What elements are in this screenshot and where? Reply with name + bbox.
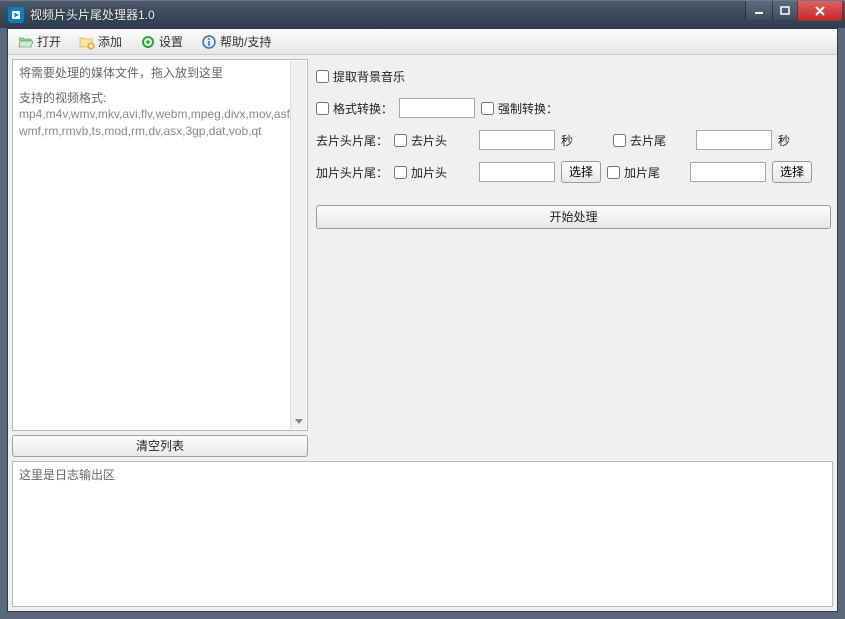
add-head-checkbox[interactable]: 加片头 <box>394 164 447 181</box>
folder-open-icon <box>18 34 34 50</box>
add-head-input[interactable] <box>394 166 407 179</box>
log-output[interactable]: 这里是日志输出区 <box>12 461 833 607</box>
add-button[interactable]: 添加 <box>75 31 126 52</box>
add-tail-checkbox[interactable]: 加片尾 <box>607 164 660 181</box>
format-convert-checkbox[interactable]: 格式转换： <box>316 100 393 117</box>
file-drop-area[interactable]: 将需要处理的媒体文件，拖入放到这里 支持的视频格式: mp4,m4v,wmv,m… <box>12 59 308 431</box>
trim-row-label: 去片头片尾： <box>316 132 388 149</box>
trim-head-checkbox[interactable]: 去片头 <box>394 132 447 149</box>
add-head-label: 加片头 <box>411 164 447 181</box>
formats-list: mp4,m4v,wmv,mkv,avi,flv,webm,mpeg,divx,m… <box>19 106 301 140</box>
add-tail-value[interactable] <box>690 162 766 182</box>
format-convert-label: 格式转换： <box>333 100 393 117</box>
close-button[interactable] <box>797 1 843 21</box>
body: 将需要处理的媒体文件，拖入放到这里 支持的视频格式: mp4,m4v,wmv,m… <box>8 55 837 611</box>
add-label: 添加 <box>98 33 122 50</box>
add-row-label: 加片头片尾： <box>316 164 388 181</box>
seconds-label-2: 秒 <box>778 132 790 149</box>
trim-tail-value[interactable] <box>696 130 772 150</box>
titlebar[interactable]: 视频片头片尾处理器1.0 <box>0 0 845 28</box>
extract-bgm-input[interactable] <box>316 70 329 83</box>
extract-bgm-checkbox[interactable]: 提取背景音乐 <box>316 68 405 85</box>
force-convert-checkbox[interactable]: 强制转换： <box>481 100 558 117</box>
trim-head-value[interactable] <box>479 130 555 150</box>
folder-add-icon <box>79 34 95 50</box>
trim-tail-checkbox[interactable]: 去片尾 <box>613 132 666 149</box>
client-area: 打开 添加 设置 帮助/支持 <box>7 28 838 612</box>
format-convert-input[interactable] <box>316 102 329 115</box>
force-convert-label: 强制转换： <box>498 100 558 117</box>
trim-head-label: 去片头 <box>411 132 447 149</box>
app-window: 视频片头片尾处理器1.0 打开 <box>0 0 845 619</box>
app-title: 视频片头片尾处理器1.0 <box>30 6 155 23</box>
trim-head-input[interactable] <box>394 134 407 147</box>
force-convert-input[interactable] <box>481 102 494 115</box>
seconds-label-1: 秒 <box>561 132 573 149</box>
start-process-button[interactable]: 开始处理 <box>316 205 831 229</box>
settings-label: 设置 <box>159 33 183 50</box>
upper-panel: 将需要处理的媒体文件，拖入放到这里 支持的视频格式: mp4,m4v,wmv,m… <box>12 59 833 457</box>
log-placeholder: 这里是日志输出区 <box>19 468 115 482</box>
toolbar: 打开 添加 设置 帮助/支持 <box>8 29 837 55</box>
window-controls <box>746 1 845 21</box>
help-label: 帮助/支持 <box>220 33 271 50</box>
trim-tail-label: 去片尾 <box>630 132 666 149</box>
select-tail-button[interactable]: 选择 <box>772 161 812 183</box>
clear-list-button[interactable]: 清空列表 <box>12 435 308 457</box>
select-head-button[interactable]: 选择 <box>561 161 601 183</box>
options-panel: 提取背景音乐 格式转换： 强制转换： <box>314 59 833 457</box>
extract-bgm-label: 提取背景音乐 <box>333 68 405 85</box>
drop-scrollbar[interactable] <box>290 61 306 429</box>
add-tail-input[interactable] <box>607 166 620 179</box>
open-button[interactable]: 打开 <box>14 31 65 52</box>
gear-icon <box>140 34 156 50</box>
minimize-button[interactable] <box>745 1 773 21</box>
scroll-down-icon[interactable] <box>291 413 306 429</box>
info-icon <box>201 34 217 50</box>
left-column: 将需要处理的媒体文件，拖入放到这里 支持的视频格式: mp4,m4v,wmv,m… <box>12 59 308 457</box>
add-tail-label: 加片尾 <box>624 164 660 181</box>
help-button[interactable]: 帮助/支持 <box>197 31 275 52</box>
maximize-button[interactable] <box>772 1 798 21</box>
formats-title: 支持的视频格式: <box>19 89 301 106</box>
add-head-value[interactable] <box>479 162 555 182</box>
settings-button[interactable]: 设置 <box>136 31 187 52</box>
drop-hint: 将需要处理的媒体文件，拖入放到这里 <box>19 64 301 81</box>
app-icon <box>8 7 24 23</box>
trim-tail-input[interactable] <box>613 134 626 147</box>
format-value-input[interactable] <box>399 98 475 118</box>
open-label: 打开 <box>37 33 61 50</box>
